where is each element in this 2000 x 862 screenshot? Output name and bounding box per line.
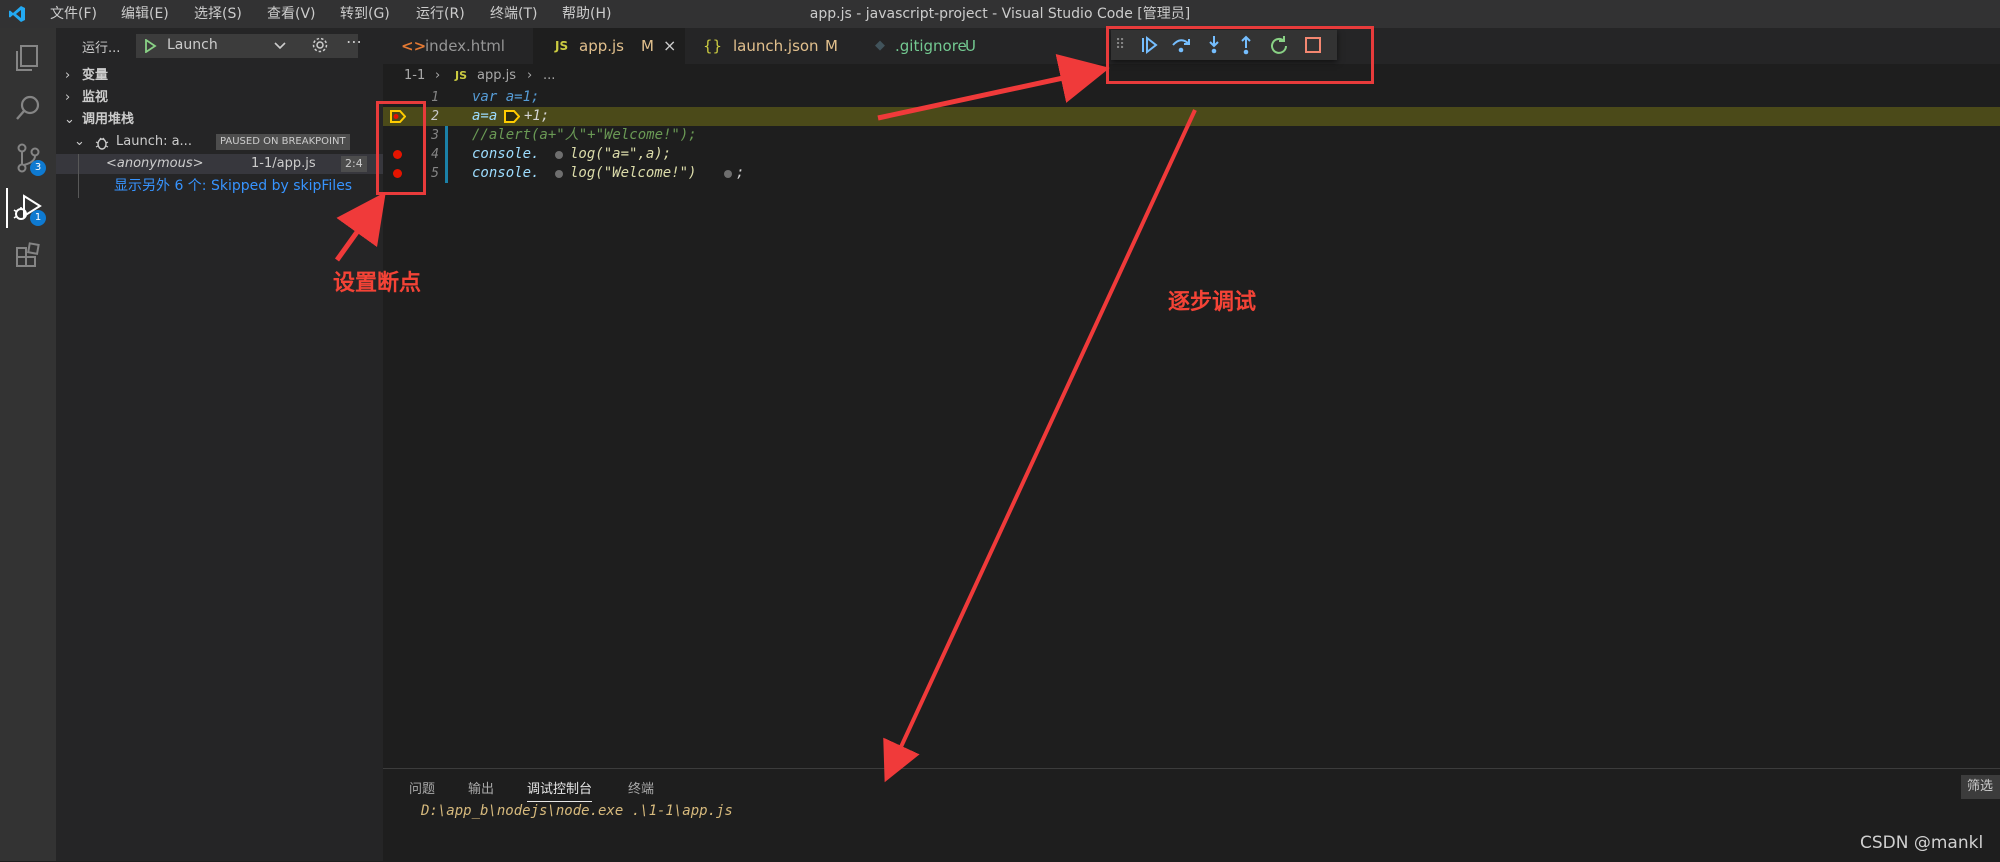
arrow-to-breakpoints xyxy=(334,191,386,262)
watermark: CSDN @mankl xyxy=(1860,833,1984,853)
breakpoint-annotation: 设置断点 xyxy=(333,271,422,296)
arrow-to-console xyxy=(883,109,1197,783)
step-debug-annotation: 逐步调试 xyxy=(1168,290,1257,315)
arrow-to-toolbar xyxy=(877,54,1110,121)
annotation-arrows xyxy=(334,54,1197,783)
